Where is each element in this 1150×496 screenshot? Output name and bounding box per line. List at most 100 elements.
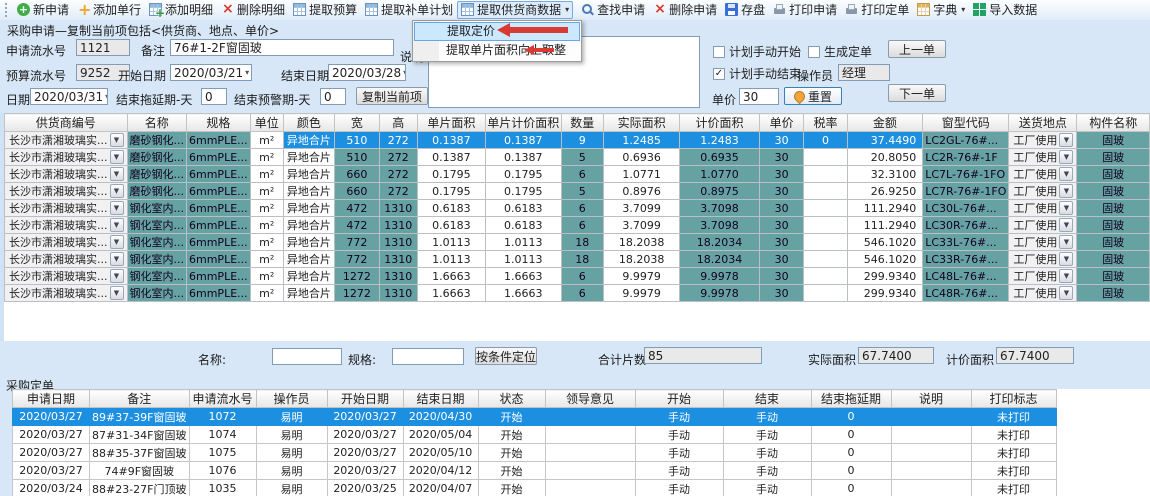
column-header[interactable]: 开始 <box>635 390 723 408</box>
grid-cell[interactable]: 2020/03/27 <box>13 408 90 426</box>
grid-cell[interactable]: 18.2038 <box>603 234 679 251</box>
grid-cell[interactable]: 未打印 <box>971 480 1056 496</box>
grid-cell[interactable]: m² <box>250 217 283 234</box>
grid-cell[interactable]: 长沙市潇湘玻璃实...▼ <box>5 217 128 234</box>
grid-cell[interactable]: m² <box>250 149 283 166</box>
grid-cell[interactable]: 6mmPLE... <box>187 149 251 166</box>
toolbar-button-new-request[interactable]: 新申请 <box>13 1 73 19</box>
locate-by-condition-button[interactable]: 按条件定位 <box>475 347 537 365</box>
grid-cell[interactable]: 长沙市潇湘玻璃实...▼ <box>5 234 128 251</box>
column-header[interactable]: 税率 <box>804 114 847 132</box>
grid-cell[interactable]: 1035 <box>189 480 256 496</box>
grid-cell[interactable]: 2020/03/24 <box>13 480 90 496</box>
grid-cell[interactable]: m² <box>250 200 283 217</box>
dropdown-arrow-icon[interactable]: ▼ <box>110 150 124 164</box>
grid-cell[interactable]: 0 <box>811 426 891 444</box>
column-header[interactable]: 高 <box>379 114 417 132</box>
grid-cell[interactable]: LC48R-76#... <box>923 285 1009 302</box>
grid-cell[interactable]: 钢化室内... <box>127 217 187 234</box>
grid-cell[interactable]: 5 <box>561 183 603 200</box>
grid-cell[interactable]: LC7L-76#-1FO <box>923 166 1009 183</box>
column-header[interactable]: 备注 <box>90 390 190 408</box>
toolbar-button-delete-detail[interactable]: 删除明细 <box>217 1 289 19</box>
grid-cell[interactable]: 5 <box>561 149 603 166</box>
grid-cell[interactable]: 3.7098 <box>680 217 759 234</box>
grid-cell[interactable]: LC48L-76#... <box>923 268 1009 285</box>
grid-cell[interactable]: 工厂使用▼ <box>1009 149 1077 166</box>
toolbar-button-extract-supplement-plan[interactable]: 提取补单计划 <box>361 1 457 19</box>
checkbox-generate-order[interactable]: 生成定单 <box>808 43 872 60</box>
table-row[interactable]: 2020/03/2789#37-39F窗固玻1072易明2020/03/2720… <box>13 408 1057 426</box>
grid-cell[interactable]: 1272 <box>335 268 380 285</box>
column-header[interactable]: 窗型代码 <box>923 114 1009 132</box>
grid-cell[interactable]: 手动 <box>723 426 811 444</box>
grid-cell[interactable]: 1272 <box>335 285 380 302</box>
table-row[interactable]: 长沙市潇湘玻璃实...▼磨砂钢化...6mmPLE...m²异地合片660272… <box>5 183 1150 200</box>
grid-cell[interactable]: 手动 <box>723 480 811 496</box>
toolbar-button-save[interactable]: 存盘 <box>721 1 769 19</box>
grid-cell[interactable]: 6mmPLE... <box>187 166 251 183</box>
grid-cell[interactable]: 0.1387 <box>417 132 485 149</box>
column-header[interactable]: 打印标志 <box>971 390 1056 408</box>
grid-cell[interactable]: 工厂使用▼ <box>1009 251 1077 268</box>
column-header[interactable]: 领导意见 <box>545 390 635 408</box>
grid-cell[interactable]: 0.1387 <box>485 149 561 166</box>
column-header[interactable]: 单位 <box>250 114 283 132</box>
grid-cell[interactable]: 磨砂钢化... <box>127 132 187 149</box>
reset-button[interactable]: 重置 <box>784 87 842 105</box>
grid-cell[interactable] <box>891 408 971 426</box>
grid-cell[interactable]: 660 <box>335 183 380 200</box>
column-header[interactable]: 金额 <box>847 114 923 132</box>
dropdown-arrow-icon[interactable]: ▼ <box>110 252 124 266</box>
grid-cell[interactable]: 0.6183 <box>485 217 561 234</box>
grid-cell[interactable]: 1072 <box>189 408 256 426</box>
start-date-dropdown[interactable]: 2020/03/21 ▾ <box>170 64 252 81</box>
grid-cell[interactable]: 工厂使用▼ <box>1009 285 1077 302</box>
grid-cell[interactable]: 2020/03/27 <box>13 462 90 480</box>
grid-cell[interactable]: 6mmPLE... <box>187 200 251 217</box>
grid-cell[interactable] <box>545 408 635 426</box>
grid-cell[interactable]: m² <box>250 251 283 268</box>
grid-cell[interactable]: 9.9978 <box>680 268 759 285</box>
grid-cell[interactable]: 272 <box>379 132 417 149</box>
grid-cell[interactable]: 长沙市潇湘玻璃实...▼ <box>5 200 128 217</box>
grid-cell[interactable]: 手动 <box>635 462 723 480</box>
column-header[interactable]: 构件名称 <box>1077 114 1150 132</box>
grid-cell[interactable] <box>891 426 971 444</box>
grid-cell[interactable]: 固玻 <box>1077 217 1150 234</box>
grid-cell[interactable]: 6mmPLE... <box>187 268 251 285</box>
dropdown-arrow-icon[interactable]: ▼ <box>110 286 124 300</box>
grid-cell[interactable]: 磨砂钢化... <box>127 149 187 166</box>
grid-cell[interactable]: 1.0113 <box>417 234 485 251</box>
grid-cell[interactable]: 30 <box>759 285 804 302</box>
grid-cell[interactable]: 异地合片 <box>283 217 334 234</box>
grid-cell[interactable]: 0.6183 <box>417 200 485 217</box>
toolbar-button-extract-supplier-data[interactable]: 提取供货商数据▾ <box>457 1 573 19</box>
grid-cell[interactable]: 异地合片 <box>283 268 334 285</box>
grid-cell[interactable]: 18.2038 <box>603 251 679 268</box>
grid-cell[interactable]: 0.6936 <box>603 149 679 166</box>
grid-cell[interactable]: 异地合片 <box>283 251 334 268</box>
dropdown-arrow-icon[interactable]: ▼ <box>110 235 124 249</box>
dropdown-arrow-icon[interactable]: ▼ <box>1059 133 1073 147</box>
grid-cell[interactable]: 18.2034 <box>680 234 759 251</box>
grid-cell[interactable]: 26.9250 <box>847 183 923 200</box>
grid-cell[interactable]: 2020/05/10 <box>403 444 478 462</box>
grid-cell[interactable]: LC33R-76#... <box>923 251 1009 268</box>
grid-cell[interactable]: 手动 <box>723 462 811 480</box>
dropdown-arrow-icon[interactable]: ▼ <box>110 133 124 147</box>
grid-cell[interactable]: 3.7099 <box>603 200 679 217</box>
grid-cell[interactable]: 固玻 <box>1077 285 1150 302</box>
grid-cell[interactable]: 1.2485 <box>603 132 679 149</box>
grid-cell[interactable]: 772 <box>335 234 380 251</box>
column-header[interactable]: 名称 <box>127 114 187 132</box>
grid-cell[interactable]: m² <box>250 132 283 149</box>
column-header[interactable]: 开始日期 <box>327 390 403 408</box>
grid-cell[interactable]: 未打印 <box>971 444 1056 462</box>
grid-cell[interactable]: 手动 <box>723 408 811 426</box>
grid-cell[interactable] <box>545 444 635 462</box>
grid-cell[interactable]: 0.6183 <box>485 200 561 217</box>
grid-cell[interactable]: 87#31-34F窗固玻 <box>90 426 190 444</box>
grid-cell[interactable]: 异地合片 <box>283 183 334 200</box>
grid-cell[interactable]: 546.1020 <box>847 251 923 268</box>
